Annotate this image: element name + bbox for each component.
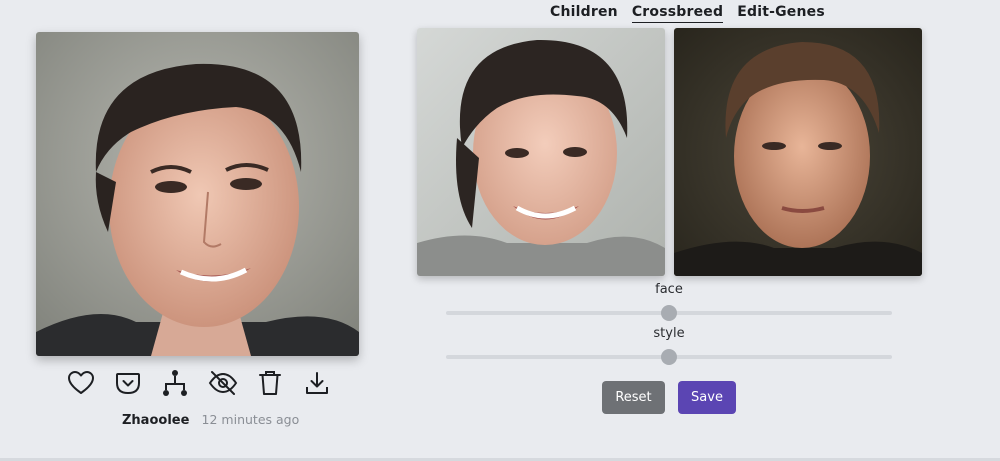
download-icon bbox=[305, 372, 328, 394]
eye-off-icon bbox=[208, 371, 237, 395]
pocket-icon bbox=[116, 373, 141, 394]
face-slider[interactable] bbox=[446, 305, 892, 321]
reset-button[interactable]: Reset bbox=[602, 381, 665, 414]
pocket-button[interactable] bbox=[113, 368, 143, 398]
parent-two-image bbox=[674, 28, 922, 276]
face-slider-label: face bbox=[655, 282, 683, 297]
style-slider-label: style bbox=[653, 326, 685, 341]
family-tree-button[interactable] bbox=[160, 368, 190, 398]
tab-children[interactable]: Children bbox=[550, 4, 618, 23]
tab-edit-genes[interactable]: Edit-Genes bbox=[737, 4, 825, 23]
author-name[interactable]: Zhaoolee bbox=[122, 413, 189, 428]
trash-icon bbox=[258, 371, 281, 395]
family-tree-icon bbox=[163, 370, 188, 396]
like-button[interactable] bbox=[66, 368, 96, 398]
face-slider-thumb[interactable] bbox=[661, 305, 677, 321]
parent-one-image bbox=[417, 28, 665, 276]
tab-crossbreed[interactable]: Crossbreed bbox=[631, 4, 724, 23]
mode-tabs: Children Crossbreed Edit-Genes bbox=[550, 4, 825, 23]
parent-two-portrait[interactable] bbox=[674, 28, 922, 276]
save-button[interactable]: Save bbox=[678, 381, 736, 414]
hide-button[interactable] bbox=[208, 368, 238, 398]
child-portrait-image bbox=[36, 32, 359, 356]
delete-button[interactable] bbox=[255, 368, 285, 398]
child-portrait[interactable] bbox=[36, 32, 359, 356]
download-button[interactable] bbox=[302, 368, 332, 398]
heart-icon bbox=[68, 371, 94, 394]
action-bar bbox=[66, 368, 332, 398]
style-slider-thumb[interactable] bbox=[661, 349, 677, 365]
style-slider[interactable] bbox=[446, 349, 892, 365]
image-meta: Zhaoolee 12 minutes ago bbox=[122, 412, 299, 428]
timestamp: 12 minutes ago bbox=[201, 412, 300, 427]
parent-one-portrait[interactable] bbox=[417, 28, 665, 276]
